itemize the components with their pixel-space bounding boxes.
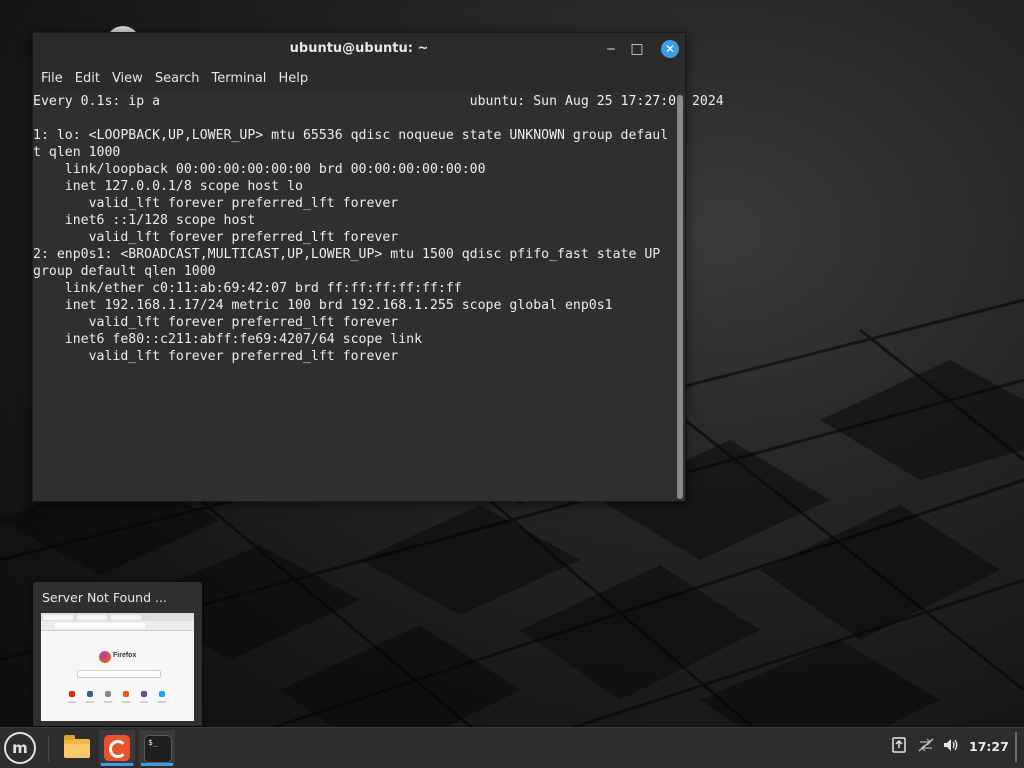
terminal-line: Every 0.1s: ip a ubuntu: Sun Aug 25 17:2…: [33, 94, 724, 109]
terminal-line: valid_lft forever preferred_lft forever: [33, 349, 399, 364]
terminal-line: 1: lo: <LOOPBACK,UP,LOWER_UP> mtu 65536 …: [33, 128, 669, 143]
clock[interactable]: 17:27: [969, 739, 1009, 754]
terminal-line: inet 192.168.1.17/24 metric 100 brd 192.…: [33, 298, 613, 313]
terminal-line: link/ether c0:11:ab:69:42:07 brd ff:ff:f…: [33, 281, 462, 296]
terminal-line: inet6 ::1/128 scope host: [33, 213, 256, 228]
close-icon[interactable]: ✕: [661, 40, 679, 58]
terminal-line: inet6 fe80::c211:abff:fe69:4207/64 scope…: [33, 332, 423, 347]
thumb-tab: [111, 615, 141, 620]
terminal-titlebar[interactable]: ubuntu@ubuntu: ~ ‒ □ ✕: [33, 33, 685, 65]
shortcut-icon: [87, 691, 93, 697]
terminal-line: 2: enp0s1: <BROADCAST,MULTICAST,UP,LOWER…: [33, 247, 661, 262]
menu-help[interactable]: Help: [272, 65, 314, 93]
terminal-line: valid_lft forever preferred_lft forever: [33, 315, 399, 330]
terminal-line: valid_lft forever preferred_lft forever: [33, 230, 399, 245]
terminal-line: link/loopback 00:00:00:00:00:00 brd 00:0…: [33, 162, 486, 177]
menu-terminal[interactable]: Terminal: [205, 65, 272, 93]
taskbar-firefox-button[interactable]: [99, 730, 135, 766]
shortcut-icon: [159, 691, 165, 697]
shortcut-label: [158, 701, 166, 703]
thumb-tab: [43, 615, 73, 620]
thumb-brand: Firefox: [113, 652, 137, 659]
shortcut-label: [86, 701, 94, 703]
window-title: ubuntu@ubuntu: ~: [289, 41, 429, 56]
terminal-icon: $_: [144, 735, 172, 763]
terminal-line: group default qlen 1000: [33, 264, 216, 279]
preview-thumbnail[interactable]: Firefox: [41, 613, 194, 721]
terminal-scrollbar[interactable]: [677, 95, 683, 499]
shortcut-label: [104, 701, 112, 703]
menu-file[interactable]: File: [35, 65, 69, 93]
thumb-urlfield: [55, 623, 145, 628]
network-icon[interactable]: [917, 737, 935, 755]
firefox-icon: [104, 735, 130, 761]
terminal-line: inet 127.0.0.1/8 scope host lo: [33, 179, 303, 194]
terminal-line: t qlen 1000: [33, 145, 121, 160]
terminal-line: valid_lft forever preferred_lft forever: [33, 196, 399, 211]
shortcut-label: [140, 701, 148, 703]
firefox-logo-icon: [99, 651, 111, 663]
thumb-searchbox: [77, 670, 161, 678]
show-desktop-button[interactable]: [1015, 732, 1017, 762]
scrollbar-thumb[interactable]: [677, 95, 683, 499]
maximize-icon[interactable]: □: [627, 39, 647, 59]
thumb-tab: [77, 615, 107, 620]
thumb-tabbar: [41, 613, 194, 621]
menu-edit[interactable]: Edit: [69, 65, 106, 93]
shortcut-icon: [105, 691, 111, 697]
shortcut-icon: [69, 691, 75, 697]
shortcut-label: [122, 701, 130, 703]
minimize-icon[interactable]: ‒: [601, 39, 621, 59]
shortcut-label: [68, 701, 76, 703]
preview-title: Server Not Found ...: [42, 590, 167, 605]
terminal-output: Every 0.1s: ip a ubuntu: Sun Aug 25 17:2…: [33, 93, 724, 365]
folder-icon: [64, 735, 90, 758]
shortcut-icon: [123, 691, 129, 697]
taskbar-separator: [48, 736, 49, 762]
volume-icon[interactable]: [942, 737, 960, 755]
active-indicator: [101, 763, 133, 766]
terminal-window[interactable]: ubuntu@ubuntu: ~ ‒ □ ✕ File Edit View Se…: [32, 32, 724, 502]
menu-search[interactable]: Search: [149, 65, 206, 93]
terminal-output-area[interactable]: Every 0.1s: ip a ubuntu: Sun Aug 25 17:2…: [33, 93, 724, 501]
thumb-urlbar: [41, 621, 194, 631]
active-indicator: [141, 763, 173, 766]
taskbar: m $_: [0, 727, 1024, 768]
menu-view[interactable]: View: [106, 65, 149, 93]
taskbar-terminal-button[interactable]: $_: [139, 730, 175, 766]
taskbar-files-button[interactable]: [58, 730, 94, 766]
window-preview-popup[interactable]: Server Not Found ... Firefox: [33, 582, 202, 726]
terminal-menubar: File Edit View Search Terminal Help: [33, 65, 685, 93]
update-manager-icon[interactable]: [890, 737, 908, 755]
mint-menu-icon[interactable]: m: [4, 732, 36, 764]
shortcut-icon: [141, 691, 147, 697]
